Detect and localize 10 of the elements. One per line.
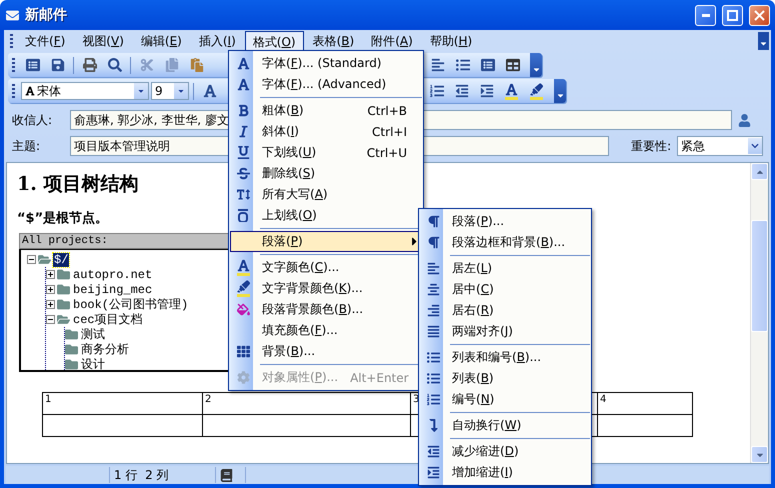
status-text: 1 行 2 列 xyxy=(110,467,216,483)
field-label: 重要性: xyxy=(630,138,672,154)
table-cell: 4 xyxy=(598,392,692,414)
paragraph: “$”是根节点。 xyxy=(17,210,108,227)
table-cell: 2 xyxy=(202,392,410,414)
table-cell: 1 xyxy=(42,392,202,414)
heading: 1. 项目树结构 xyxy=(17,172,138,197)
field-label: 主题: xyxy=(12,138,42,154)
window-title: 新邮件 xyxy=(25,6,68,24)
field-label: 收信人: xyxy=(12,112,54,128)
